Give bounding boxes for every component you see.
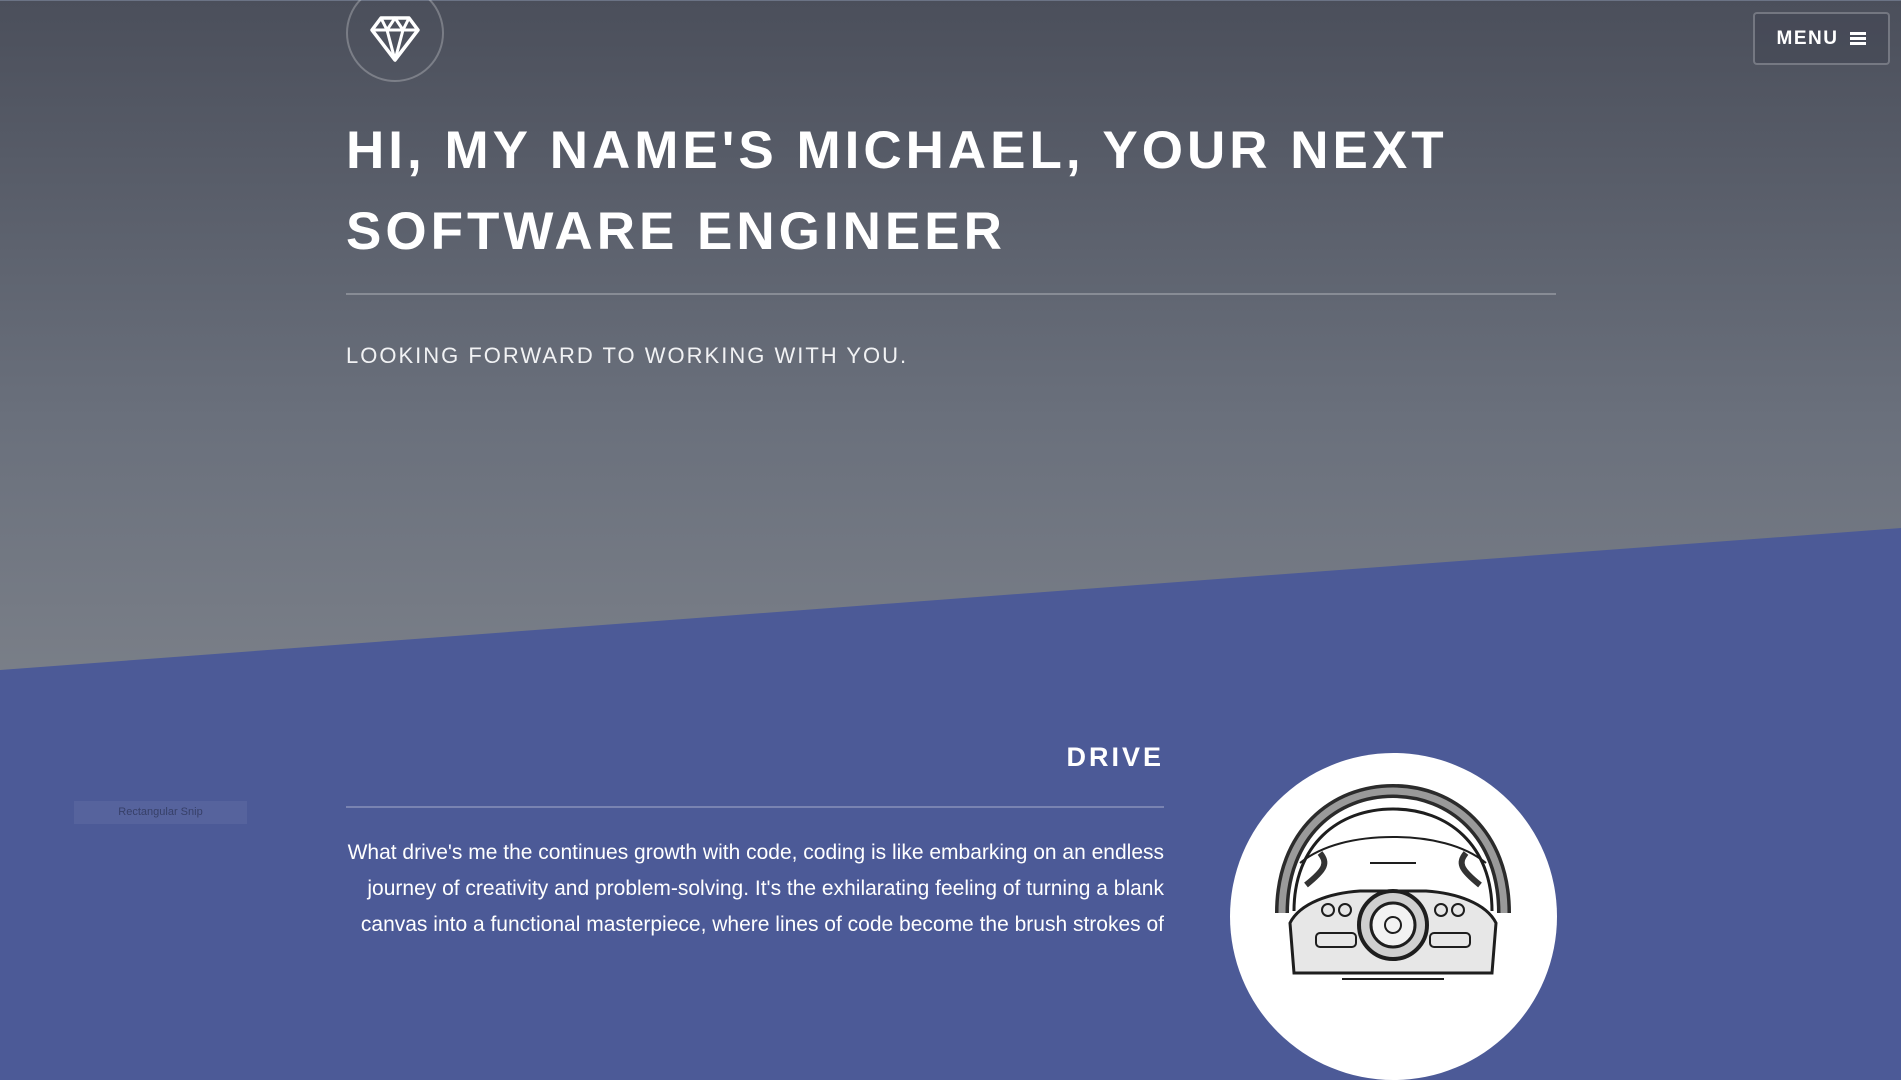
menu-label: MENU <box>1776 27 1839 49</box>
drive-text: What drive's me the continues growth wit… <box>347 841 1164 936</box>
steering-wheel-image <box>1230 753 1557 1080</box>
steering-wheel-illustration <box>1275 783 1511 980</box>
diamond-icon <box>370 16 420 62</box>
hero-title: HI, MY NAME'S MICHAEL, YOUR NEXT SOFTWAR… <box>346 121 1448 261</box>
drive-divider <box>346 806 1164 808</box>
hamburger-icon <box>1850 32 1867 45</box>
snip-label: Rectangular Snip <box>74 801 247 824</box>
menu-button[interactable]: MENU <box>1753 12 1890 65</box>
hero-subtitle: LOOKING FORWARD TO WORKING WITH YOU. <box>346 343 909 368</box>
hero-divider <box>346 293 1556 295</box>
drive-title: DRIVE <box>1066 742 1164 772</box>
